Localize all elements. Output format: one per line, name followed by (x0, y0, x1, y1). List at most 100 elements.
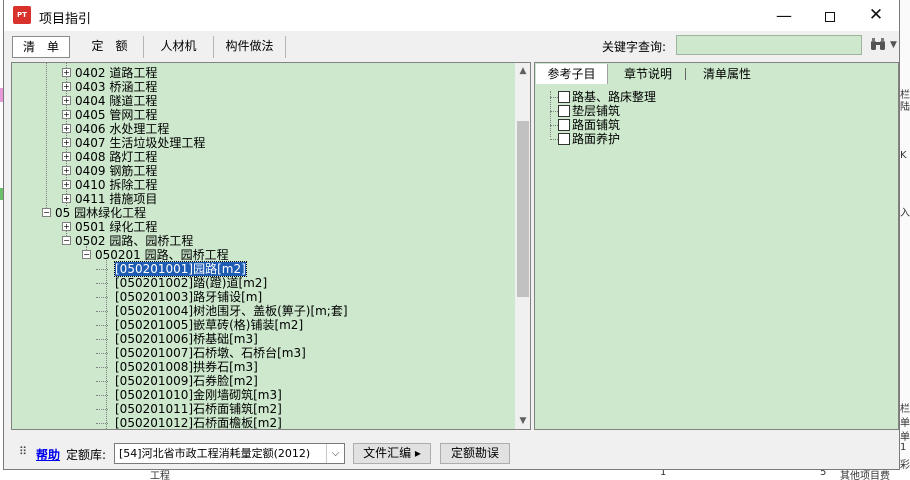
expand-plus-icon[interactable]: + (62, 180, 71, 189)
bill-item-row[interactable]: [050201010]金刚墙砌筑[m3] (115, 388, 282, 402)
tree-node[interactable]: 0404 隧道工程 (75, 94, 157, 108)
bill-item-row[interactable]: [050201001]园路[m2] (114, 261, 247, 277)
reference-item[interactable]: 路面养护 (558, 132, 620, 146)
tree-connector (550, 139, 558, 140)
tree-connector (96, 325, 108, 326)
binoculars-search-icon[interactable] (870, 37, 886, 55)
file-summary-button[interactable]: 文件汇编 ▸ (353, 443, 431, 464)
bill-item-row[interactable]: [050201006]桥基础[m3] (115, 332, 258, 346)
expand-plus-icon[interactable]: + (62, 194, 71, 203)
background-text: 1 (900, 442, 907, 453)
minimize-button[interactable]: — (761, 0, 807, 31)
quota-correction-button[interactable]: 定额勘误 (440, 443, 510, 464)
tree-connector (96, 283, 108, 284)
tree-node[interactable]: 0408 路灯工程 (75, 150, 157, 164)
bill-item-row[interactable]: [050201007]石桥墩、石桥台[m3] (115, 346, 306, 360)
tree-connector (96, 339, 108, 340)
tree-node-label: [050201005]嵌草砖(格)铺装[m2] (115, 318, 304, 332)
bill-item-row[interactable]: [050201009]石券脸[m2] (115, 374, 258, 388)
bill-item-row[interactable]: [050201008]拱券石[m3] (115, 360, 258, 374)
checkbox[interactable] (558, 132, 570, 145)
expand-plus-icon[interactable]: + (62, 110, 71, 119)
tree-node-label: [050201006]桥基础[m3] (115, 332, 258, 346)
tree-node-label: [050201001]园路[m2] (114, 261, 247, 277)
scroll-down-arrow-icon[interactable]: ▼ (515, 413, 530, 429)
tree-connector (106, 260, 107, 429)
checkbox[interactable] (558, 104, 570, 117)
tree-node[interactable]: 0407 生活垃圾处理工程 (75, 136, 205, 150)
tree-node-label: 0408 路灯工程 (75, 150, 158, 164)
checkbox[interactable] (558, 90, 570, 103)
close-button[interactable]: ✕ (853, 0, 899, 31)
background-app-bottom-edge: 工程 1 5 其他项目费 (0, 470, 910, 480)
maximize-icon (825, 11, 835, 22)
bill-item-row[interactable]: [050201002]踏(蹬)道[m2] (115, 276, 267, 290)
expand-plus-icon[interactable]: + (62, 138, 71, 147)
tab-bill-list[interactable]: 清 单 (12, 36, 70, 58)
window-title: 项目指引 (39, 12, 92, 27)
tree-connector (96, 297, 108, 298)
background-text: 入 (900, 208, 910, 218)
tree-node[interactable]: 0409 钢筋工程 (75, 164, 157, 178)
tree-connector (96, 423, 108, 424)
bill-item-row[interactable]: [050201011]石桥面铺筑[m2] (115, 402, 282, 416)
background-text: 1 (660, 470, 667, 478)
tree-vertical-scrollbar[interactable]: ▲ ▼ (515, 63, 530, 429)
tree-node-label: [050201002]踏(蹬)道[m2] (115, 276, 268, 290)
tree-node-label: 05 园林绿化工程 (55, 206, 147, 220)
tree-node-label: [050201010]金刚墙砌筑[m3] (115, 388, 282, 402)
collapse-minus-icon[interactable]: − (82, 250, 91, 259)
scrollbar-thumb[interactable] (517, 121, 529, 297)
tree-node[interactable]: 050201 园路、园桥工程 (95, 248, 229, 262)
expand-plus-icon[interactable]: + (62, 124, 71, 133)
keyword-search-input[interactable] (676, 35, 862, 55)
tab-quota[interactable]: 定 额 (76, 36, 144, 58)
scroll-up-arrow-icon[interactable]: ▲ (515, 63, 530, 79)
tree-connector (96, 311, 108, 312)
expand-plus-icon[interactable]: + (62, 68, 71, 77)
tree-connector (550, 125, 558, 126)
tab-component-method[interactable]: 构件做法 (214, 36, 286, 58)
search-options-chevron-down-icon[interactable]: ▼ (890, 40, 897, 50)
tree-node-label: 0403 桥涵工程 (75, 80, 158, 94)
tree-node[interactable]: 0406 水处理工程 (75, 122, 169, 136)
expand-plus-icon[interactable]: + (62, 222, 71, 231)
tree-node[interactable]: 0403 桥涵工程 (75, 80, 157, 94)
tab-chapter-notes[interactable]: 章节说明 (613, 64, 683, 84)
tree-node[interactable]: 0502 园路、园桥工程 (75, 234, 193, 248)
tree-node[interactable]: 0411 措施项目 (75, 192, 157, 206)
expand-plus-icon[interactable]: + (62, 166, 71, 175)
background-text: 5 (820, 470, 827, 478)
tab-bill-attributes[interactable]: 清单属性 (691, 64, 763, 84)
chevron-down-icon[interactable]: ⌵ (326, 444, 344, 463)
tab-labor-material-machine[interactable]: 人材机 (144, 36, 214, 58)
quota-library-value: [54]河北省市政工程消耗量定额(2012) (119, 447, 311, 460)
maximize-button[interactable] (807, 0, 853, 31)
expand-plus-icon[interactable]: + (62, 82, 71, 91)
reference-item[interactable]: 路面铺筑 (558, 118, 620, 132)
quota-library-select[interactable]: [54]河北省市政工程消耗量定额(2012) ⌵ (114, 443, 345, 464)
tree-node[interactable]: 0501 绿化工程 (75, 220, 157, 234)
bill-item-row[interactable]: [050201003]路牙铺设[m] (115, 290, 262, 304)
bill-item-row[interactable]: [050201005]嵌草砖(格)铺装[m2] (115, 318, 303, 332)
app-logo-icon: PT (13, 6, 31, 24)
tab-reference-subitems[interactable]: 参考子目 (536, 64, 608, 84)
tree-node[interactable]: 05 园林绿化工程 (55, 206, 146, 220)
collapse-minus-icon[interactable]: − (42, 208, 51, 217)
checkbox[interactable] (558, 118, 570, 131)
reference-item[interactable]: 路基、路床整理 (558, 90, 656, 104)
expand-plus-icon[interactable]: + (62, 152, 71, 161)
help-link[interactable]: 帮助 (36, 446, 60, 463)
tree-node[interactable]: 0405 管网工程 (75, 108, 157, 122)
collapse-minus-icon[interactable]: − (62, 236, 71, 245)
tree-node[interactable]: 0410 拆除工程 (75, 178, 157, 192)
bill-item-row[interactable]: [050201012]石桥面檐板[m2] (115, 416, 282, 430)
tree-node[interactable]: 0402 道路工程 (75, 66, 157, 80)
bill-item-row[interactable]: [050201004]树池围牙、盖板(箅子)[m;套] (115, 304, 348, 318)
title-bar[interactable]: PT 项目指引 — ✕ (4, 0, 899, 31)
reference-item[interactable]: 垫层铺筑 (558, 104, 620, 118)
tree-node-label: [050201012]石桥面檐板[m2] (115, 416, 282, 430)
expand-plus-icon[interactable]: + (62, 96, 71, 105)
background-text: 栏 (900, 404, 910, 414)
bill-tree-panel[interactable]: ▲ ▼ +0402 道路工程 +0403 桥涵工程 +0404 隧道工程 +0405 … (11, 62, 531, 430)
